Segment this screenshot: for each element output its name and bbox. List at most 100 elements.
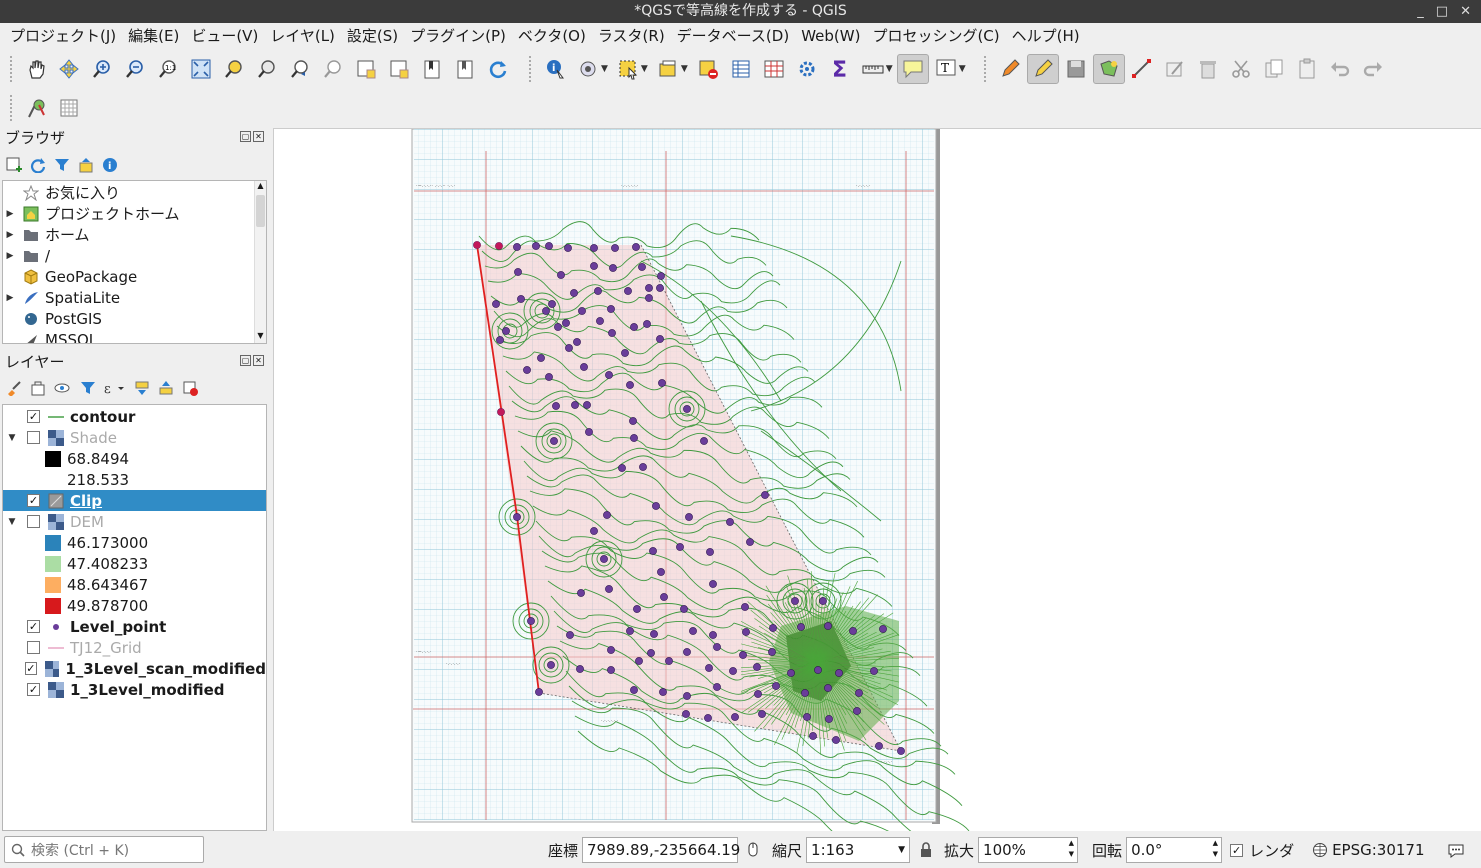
layer-visibility-checkbox[interactable] — [27, 683, 40, 696]
statistics-sigma-icon[interactable]: Σ — [824, 54, 856, 84]
close-panel-button[interactable]: ✕ — [253, 131, 264, 142]
menu-item[interactable]: 編集(E) — [122, 25, 185, 46]
vertex-tool-icon[interactable] — [1126, 54, 1158, 84]
zoom-to-selection-icon[interactable] — [218, 54, 250, 84]
bookmark-icon[interactable] — [416, 54, 448, 84]
browser-scrollbar[interactable]: ▲ ▼ — [254, 181, 266, 343]
browser-item[interactable]: GeoPackage — [3, 266, 266, 287]
layer-row[interactable]: Clip — [3, 490, 266, 511]
expand-arrow-icon[interactable]: ▶ — [3, 230, 17, 240]
spin-arrows-icon[interactable]: ▲ ▼ — [1069, 838, 1074, 860]
menu-item[interactable]: ベクタ(O) — [512, 25, 592, 46]
toolbar-grip[interactable] — [10, 95, 14, 121]
browser-item[interactable]: PostGIS — [3, 308, 266, 329]
expand-arrow-icon[interactable]: ▼ — [5, 433, 19, 443]
messages-icon[interactable] — [1447, 842, 1465, 858]
layer-row[interactable]: 47.408233 — [3, 553, 266, 574]
render-checkbox[interactable] — [1230, 843, 1244, 857]
layer-row[interactable]: 1_3Level_modified — [3, 679, 266, 700]
toolbar-grip[interactable] — [983, 56, 988, 82]
layer-visibility-checkbox[interactable] — [27, 494, 40, 507]
zoom-out-icon[interactable] — [119, 54, 151, 84]
show-bookmarks-icon[interactable] — [449, 54, 481, 84]
menu-item[interactable]: プロセッシング(C) — [866, 25, 1005, 46]
toolbar-grip[interactable] — [529, 56, 533, 82]
layer-visibility-checkbox[interactable] — [27, 620, 40, 633]
raster-tool-icon[interactable] — [53, 93, 85, 123]
menu-item[interactable]: レイヤ(L) — [264, 25, 341, 46]
zoom-last-icon[interactable] — [284, 54, 316, 84]
expand-arrow-icon[interactable]: ▶ — [3, 293, 17, 303]
lock-icon[interactable] — [918, 841, 934, 859]
deselect-icon[interactable] — [692, 54, 724, 84]
menu-item[interactable]: Web(W) — [795, 27, 866, 45]
field-calculator-icon[interactable] — [758, 54, 790, 84]
redo-icon[interactable] — [1357, 54, 1389, 84]
select-features-icon[interactable] — [612, 54, 644, 84]
filter-icon[interactable] — [54, 157, 70, 173]
spin-arrows-icon[interactable]: ▲ ▼ — [1213, 838, 1218, 860]
menu-item[interactable]: プロジェクト(J) — [4, 25, 122, 46]
coordinate-field[interactable]: 7989.89,-235664.19 — [582, 837, 740, 863]
map-tips-icon[interactable] — [896, 54, 929, 84]
browser-item[interactable]: MSSQL — [3, 329, 266, 343]
scale-combo[interactable]: 1:163 ▼ — [806, 837, 911, 863]
zoom-to-layer-icon[interactable] — [251, 54, 283, 84]
map-canvas[interactable]: ·−.·.·.·· .·.·.·· ·.·.· ·.·.·.·.·.· ·.·.… — [273, 128, 1481, 831]
cut-icon[interactable] — [1225, 54, 1257, 84]
mouse-coordinate-toggle-icon[interactable] — [744, 841, 762, 859]
paste-icon[interactable] — [1291, 54, 1323, 84]
info-icon[interactable]: i — [102, 157, 118, 173]
refresh-icon[interactable] — [30, 157, 46, 173]
style-brush-icon[interactable] — [6, 380, 22, 396]
rotation-spinbox[interactable]: 0.0° ▲ ▼ — [1126, 837, 1223, 863]
layer-visibility-checkbox[interactable] — [24, 662, 37, 675]
float-panel-button[interactable]: ▢ — [240, 355, 251, 366]
browser-item[interactable]: ▶ ホーム — [3, 224, 266, 245]
float-panel-button[interactable]: ▢ — [240, 131, 251, 142]
expand-all-icon[interactable] — [134, 380, 150, 396]
layer-visibility-checkbox[interactable] — [27, 641, 40, 654]
layer-row[interactable]: 68.8494 — [3, 448, 266, 469]
expand-arrow-icon[interactable]: ▶ — [3, 209, 17, 219]
browser-item[interactable]: ▶ SpatiaLite — [3, 287, 266, 308]
maximize-button[interactable]: □ — [1436, 0, 1448, 23]
magnifier-spinbox[interactable]: 100% ▲ ▼ — [978, 837, 1079, 863]
layer-visibility-checkbox[interactable] — [27, 410, 40, 423]
manage-visibility-icon[interactable] — [54, 380, 72, 396]
layer-row[interactable]: ▼ Shade — [3, 427, 266, 448]
menu-item[interactable]: データベース(D) — [671, 25, 796, 46]
browser-item[interactable]: お気に入り — [3, 182, 266, 203]
layer-row[interactable]: 218.533 — [3, 469, 266, 490]
copy-icon[interactable] — [1258, 54, 1290, 84]
layer-row[interactable]: 49.878700 — [3, 595, 266, 616]
crs-label[interactable]: EPSG:30171 — [1332, 841, 1424, 859]
new-3d-view-icon[interactable] — [383, 54, 415, 84]
zoom-in-icon[interactable] — [86, 54, 118, 84]
menu-item[interactable]: ビュー(V) — [185, 25, 264, 46]
browser-item[interactable]: ▶ / — [3, 245, 266, 266]
layer-row[interactable]: 46.173000 — [3, 532, 266, 553]
add-polygon-icon[interactable] — [1092, 54, 1125, 84]
identify-icon[interactable]: i — [539, 54, 571, 84]
layer-visibility-checkbox[interactable] — [27, 515, 40, 528]
edits-icon[interactable] — [994, 54, 1026, 84]
locator-search-input[interactable]: 検索 (Ctrl + K) — [4, 836, 204, 863]
menu-item[interactable]: ヘルプ(H) — [1006, 25, 1086, 46]
remove-layer-icon[interactable] — [182, 380, 198, 396]
zoom-next-icon[interactable] — [317, 54, 349, 84]
add-selected-layers-icon[interactable] — [6, 157, 22, 173]
measure-icon[interactable] — [857, 54, 889, 84]
text-annotation-icon[interactable]: T — [930, 54, 962, 84]
select-value-icon[interactable] — [652, 54, 684, 84]
layer-row[interactable]: 48.643467 — [3, 574, 266, 595]
layer-row[interactable]: TJ12_Grid — [3, 637, 266, 658]
minimize-button[interactable]: _ — [1417, 0, 1424, 23]
layer-visibility-checkbox[interactable] — [27, 431, 40, 444]
menu-item[interactable]: ラスタ(R) — [592, 25, 671, 46]
actions-icon[interactable] — [572, 54, 604, 84]
toggle-editing-icon[interactable] — [1026, 54, 1059, 84]
undo-icon[interactable] — [1324, 54, 1356, 84]
add-group-icon[interactable] — [30, 380, 46, 396]
layer-row[interactable]: contour — [3, 406, 266, 427]
